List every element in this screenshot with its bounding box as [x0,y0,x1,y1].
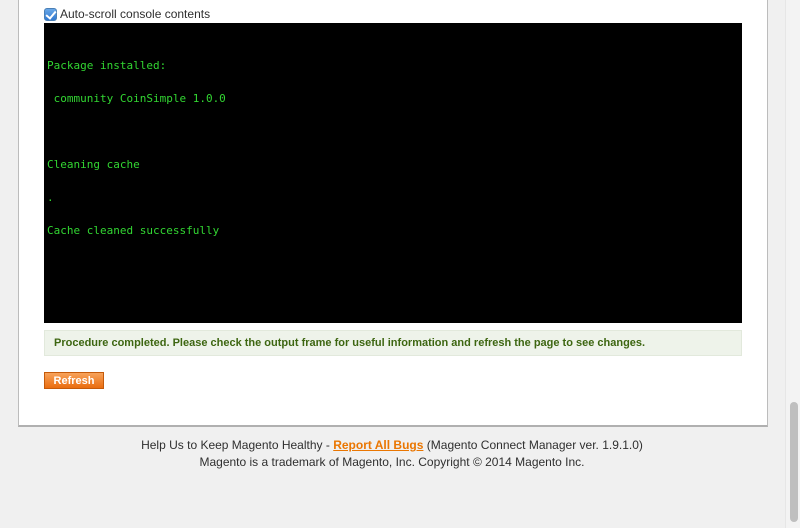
autoscroll-checkbox[interactable] [44,7,57,21]
main-panel: Auto-scroll console contents Package ins… [18,0,768,427]
console-output[interactable]: Package installed: community CoinSimple … [44,23,742,323]
console-line: . [47,191,54,204]
footer-help-text: Help Us to Keep Magento Healthy - [141,438,334,452]
console-line: Cache cleaned successfully [47,224,220,237]
autoscroll-label: Auto-scroll console contents [60,7,211,21]
footer-copyright: Magento is a trademark of Magento, Inc. … [199,455,585,469]
console-line: Cleaning cache [47,158,140,171]
page-scrollbar[interactable] [785,0,800,528]
console-line: community CoinSimple 1.0.0 [47,92,226,105]
report-bugs-link[interactable]: Report All Bugs [333,438,423,452]
footer: Help Us to Keep Magento Healthy - Report… [0,437,784,471]
success-message: Procedure completed. Please check the ou… [44,330,742,356]
footer-version-text: (Magento Connect Manager ver. 1.9.1.0) [423,438,643,452]
success-message-text: Procedure completed. Please check the ou… [54,337,646,349]
console-line: Package installed: [47,59,167,72]
refresh-button[interactable]: Refresh [44,372,104,389]
scrollbar-thumb[interactable] [790,402,798,522]
autoscroll-option[interactable]: Auto-scroll console contents [44,7,210,21]
footer-line-1: Help Us to Keep Magento Healthy - Report… [0,437,784,454]
